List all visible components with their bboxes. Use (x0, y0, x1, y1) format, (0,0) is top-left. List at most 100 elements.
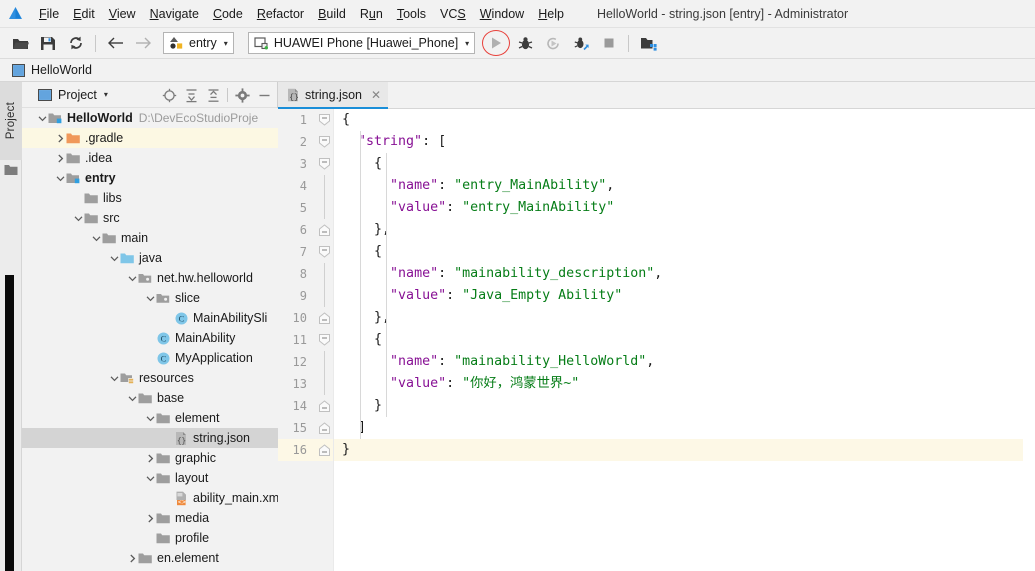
chevron-down-icon[interactable] (90, 234, 102, 243)
menu-item-refactor[interactable]: Refactor (250, 3, 311, 25)
tree-item-mainability[interactable]: C MainAbility (22, 328, 278, 348)
fold-end-icon[interactable] (319, 444, 330, 456)
menu-item-build[interactable]: Build (311, 3, 353, 25)
fold-marker-start[interactable] (314, 329, 333, 351)
debug-icon[interactable] (513, 31, 537, 55)
menu-item-navigate[interactable]: Navigate (143, 3, 206, 25)
fold-marker-end[interactable] (314, 307, 333, 329)
code-line[interactable]: ] (334, 417, 1035, 439)
fold-marker-end[interactable] (314, 417, 333, 439)
code-line[interactable]: "value": "Java_Empty Ability" (334, 285, 1035, 307)
chevron-right-icon[interactable] (126, 554, 138, 563)
chevron-down-icon[interactable] (126, 394, 138, 403)
tree-item-entry[interactable]: entry (22, 168, 278, 188)
menu-item-code[interactable]: Code (206, 3, 250, 25)
fold-collapse-icon[interactable] (319, 246, 330, 258)
menu-item-help[interactable]: Help (531, 3, 571, 25)
open-folder-icon[interactable] (8, 31, 32, 55)
tree-item-slice[interactable]: slice (22, 288, 278, 308)
folder-icon[interactable] (4, 164, 18, 176)
fold-collapse-icon[interactable] (319, 334, 330, 346)
chevron-down-icon[interactable] (144, 294, 156, 303)
fold-marker-end[interactable] (314, 439, 333, 461)
chevron-right-icon[interactable] (54, 154, 66, 163)
chevron-down-icon[interactable] (126, 274, 138, 283)
code-line[interactable]: }, (334, 219, 1035, 241)
chevron-down-icon[interactable] (144, 474, 156, 483)
tree-item-gradle[interactable]: .gradle (22, 128, 278, 148)
tool-window-tab-project[interactable]: Project (0, 82, 22, 160)
menu-item-tools[interactable]: Tools (390, 3, 433, 25)
fold-end-icon[interactable] (319, 312, 330, 324)
tree-item-resources[interactable]: resources (22, 368, 278, 388)
fold-marker-start[interactable] (314, 153, 333, 175)
code-content[interactable]: { "string": [ { "name": "entry_MainAbili… (334, 109, 1035, 571)
tree-item-element[interactable]: element (22, 408, 278, 428)
hide-panel-icon[interactable] (253, 84, 275, 106)
chevron-right-icon[interactable] (54, 134, 66, 143)
code-line[interactable]: "string": [ (334, 131, 1035, 153)
code-line[interactable]: "name": "mainability_description", (334, 263, 1035, 285)
tree-item-helloworld[interactable]: HelloWorld D:\DevEcoStudioProje (22, 108, 278, 128)
fold-end-icon[interactable] (319, 400, 330, 412)
fold-marker-end[interactable] (314, 395, 333, 417)
scroll-from-source-icon[interactable] (158, 84, 180, 106)
tree-item-en-element[interactable]: en.element (22, 548, 278, 568)
tree-item-java[interactable]: java (22, 248, 278, 268)
fold-marker-end[interactable] (314, 219, 333, 241)
tree-item-media[interactable]: media (22, 508, 278, 528)
attach-debugger-icon[interactable] (569, 31, 593, 55)
tree-item-net-hw-helloworld[interactable]: net.hw.helloworld (22, 268, 278, 288)
code-line[interactable]: } (334, 439, 1035, 461)
tree-item-ability-main-xm[interactable]: <> ability_main.xm (22, 488, 278, 508)
fold-marker-start[interactable] (314, 131, 333, 153)
project-tree[interactable]: HelloWorld D:\DevEcoStudioProje .gradle .id… (22, 108, 278, 571)
fold-marker-start[interactable] (314, 241, 333, 263)
code-line[interactable]: "name": "entry_MainAbility", (334, 175, 1035, 197)
fold-collapse-icon[interactable] (319, 158, 330, 170)
chevron-down-icon[interactable] (108, 374, 120, 383)
fold-end-icon[interactable] (319, 224, 330, 236)
tree-item-myapplication[interactable]: C MyApplication (22, 348, 278, 368)
tree-item-profile[interactable]: profile (22, 528, 278, 548)
menu-item-window[interactable]: Window (473, 3, 531, 25)
close-icon[interactable]: ✕ (371, 89, 381, 101)
chevron-right-icon[interactable] (144, 514, 156, 523)
fold-collapse-icon[interactable] (319, 136, 330, 148)
code-line[interactable]: { (334, 109, 1035, 131)
fold-collapse-icon[interactable] (319, 114, 330, 126)
code-folding-gutter[interactable] (314, 109, 334, 571)
chevron-down-icon[interactable] (36, 114, 48, 123)
save-all-icon[interactable] (36, 31, 60, 55)
tree-item-main[interactable]: main (22, 228, 278, 248)
tree-item-mainabilitysli[interactable]: C MainAbilitySli (22, 308, 278, 328)
chevron-down-icon[interactable] (72, 214, 84, 223)
settings-gear-icon[interactable] (231, 84, 253, 106)
code-line[interactable]: { (334, 329, 1035, 351)
collapse-all-icon[interactable] (202, 84, 224, 106)
code-editor[interactable]: 1 2 3 4 5 6 7 8 9 10 11 12 13 14 15 16 { "string": [ { … (278, 109, 1035, 571)
menu-item-vcs[interactable]: VCS (433, 3, 473, 25)
tree-item-graphic[interactable]: graphic (22, 448, 278, 468)
sync-project-icon[interactable] (64, 31, 88, 55)
tree-item-base[interactable]: base (22, 388, 278, 408)
device-selector[interactable]: HUAWEI Phone [Huawei_Phone] ▾ (247, 32, 476, 54)
chevron-down-icon[interactable] (108, 254, 120, 263)
project-view-selector[interactable]: Project ▾ (38, 88, 108, 102)
tree-item-layout[interactable]: layout (22, 468, 278, 488)
code-line[interactable]: { (334, 153, 1035, 175)
code-line[interactable]: }, (334, 307, 1035, 329)
menu-item-view[interactable]: View (102, 3, 143, 25)
code-line[interactable]: "value": "entry_MainAbility" (334, 197, 1035, 219)
run-button[interactable] (481, 29, 511, 57)
tree-item-idea[interactable]: .idea (22, 148, 278, 168)
code-line[interactable]: "name": "mainability_HelloWorld", (334, 351, 1035, 373)
code-line[interactable]: { (334, 241, 1035, 263)
chevron-right-icon[interactable] (144, 454, 156, 463)
tree-item-src[interactable]: src (22, 208, 278, 228)
menu-item-file[interactable]: File (32, 3, 66, 25)
fold-end-icon[interactable] (319, 422, 330, 434)
menu-item-run[interactable]: Run (353, 3, 390, 25)
breadcrumb-label[interactable]: HelloWorld (31, 63, 92, 77)
chevron-down-icon[interactable] (144, 414, 156, 423)
